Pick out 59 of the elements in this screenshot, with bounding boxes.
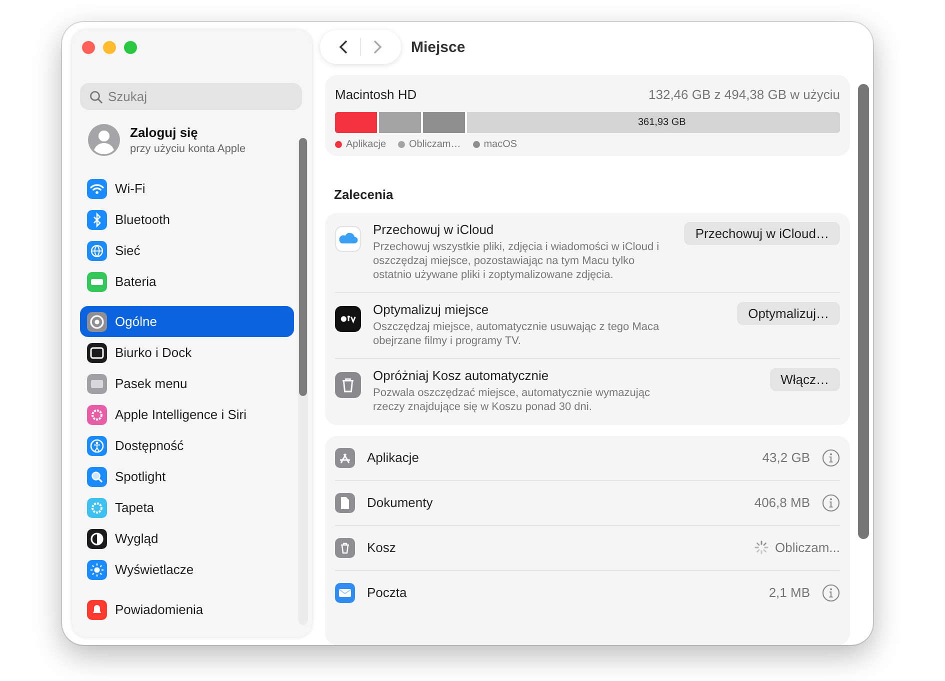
recommendation-button[interactable]: Przechowuj w iCloud… [684, 222, 840, 245]
sidebar-item[interactable]: Wyświetlacze [80, 554, 294, 585]
disk-name: Macintosh HD [335, 87, 417, 102]
spinner-icon [754, 540, 769, 556]
recommendation-title: Przechowuj w iCloud [373, 222, 495, 237]
recommendation-description: Oszczędzaj miejsce, automatycznie usuwając z tego Maca obejrzane filmy i programy TV. [373, 320, 660, 348]
legend-label: Obliczam… [409, 139, 461, 150]
info-icon[interactable] [822, 494, 840, 512]
cloud-icon [335, 226, 361, 252]
close-button[interactable] [82, 41, 95, 54]
avatar-icon [88, 124, 120, 156]
recommendation-button[interactable]: Włącz… [770, 368, 840, 392]
sidebar-item[interactable]: Wygląd [80, 523, 294, 554]
apps-icon [335, 448, 355, 468]
sidebar-item[interactable]: Tapeta [80, 492, 294, 523]
sidebar-item[interactable]: Powiadomienia [80, 594, 294, 625]
section-heading: Zalecenia [334, 187, 394, 202]
category-label: Aplikacje [367, 450, 420, 466]
recommendation-title: Opróżniaj Kosz automatycznie [373, 368, 550, 384]
recommendation-button[interactable]: Optymalizuj… [737, 302, 840, 326]
legend-label: macOS [484, 139, 518, 150]
tv-icon [335, 306, 361, 332]
disk-usage: 132,46 GB z 494,38 GB w użyciu [648, 87, 840, 102]
search-icon [89, 90, 103, 104]
category-label: Kosz [367, 540, 397, 556]
info-icon[interactable] [822, 448, 840, 467]
category-size: 2,1 MB [768, 585, 810, 600]
sidebar-item[interactable]: Dostępność [80, 430, 294, 461]
document-icon [335, 492, 355, 513]
calculating-status: Obliczam... [774, 540, 840, 556]
zoom-button[interactable] [124, 41, 137, 54]
trash-icon [335, 372, 361, 398]
trash-icon [335, 538, 355, 558]
search-field[interactable]: Szukaj [80, 83, 302, 110]
sidebar-item[interactable]: Ogólne [80, 306, 294, 337]
info-icon[interactable] [822, 584, 840, 602]
sidebar-item[interactable]: Apple Intelligence i Siri [80, 399, 294, 430]
category-label: Dokumenty [367, 495, 434, 510]
account-title: Zaloguj się [130, 125, 199, 140]
category-size: 43,2 GB [762, 450, 810, 466]
account-subtitle: przy użyciu konta Apple [130, 143, 246, 155]
mail-icon [335, 582, 355, 603]
window-title: Miejsce [411, 38, 466, 56]
sidebar-item[interactable]: Bluetooth [80, 204, 294, 235]
category-size: 406,8 MB [754, 495, 810, 510]
legend-label: Aplikacje [346, 139, 386, 150]
recommendation-description: Przechowuj wszystkie pliki, zdjęcia i wiadomości w iCloud i oszczędzaj miejsce, pozostawiając na tym Macu tylko ostatnio używane pliki i zoptymalizowane zdjęcia. [373, 240, 660, 282]
sidebar-item[interactable]: Biurko i Dock [80, 337, 294, 368]
account-item[interactable]: Zaloguj się przy użyciu konta Apple [80, 116, 294, 164]
sidebar-item[interactable]: Bateria [80, 266, 294, 297]
free-space-label: 361,93 GB [638, 117, 686, 128]
sidebar-item[interactable]: Pasek menu [80, 368, 294, 399]
scrollbar[interactable] [298, 138, 308, 625]
sidebar-item[interactable]: Spotlight [80, 461, 294, 492]
recommendation-description: Pozwala oszczędzać miejsce, automatycznie wymazując rzeczy znajdujące się w Koszu ponad 30 dni. [373, 386, 651, 415]
sidebar-item[interactable]: Wi-Fi [80, 173, 294, 204]
category-label: Poczta [367, 585, 408, 600]
recommendation-title: Optymalizuj miejsce [373, 302, 490, 318]
sidebar-item[interactable]: Sieć [80, 235, 294, 266]
